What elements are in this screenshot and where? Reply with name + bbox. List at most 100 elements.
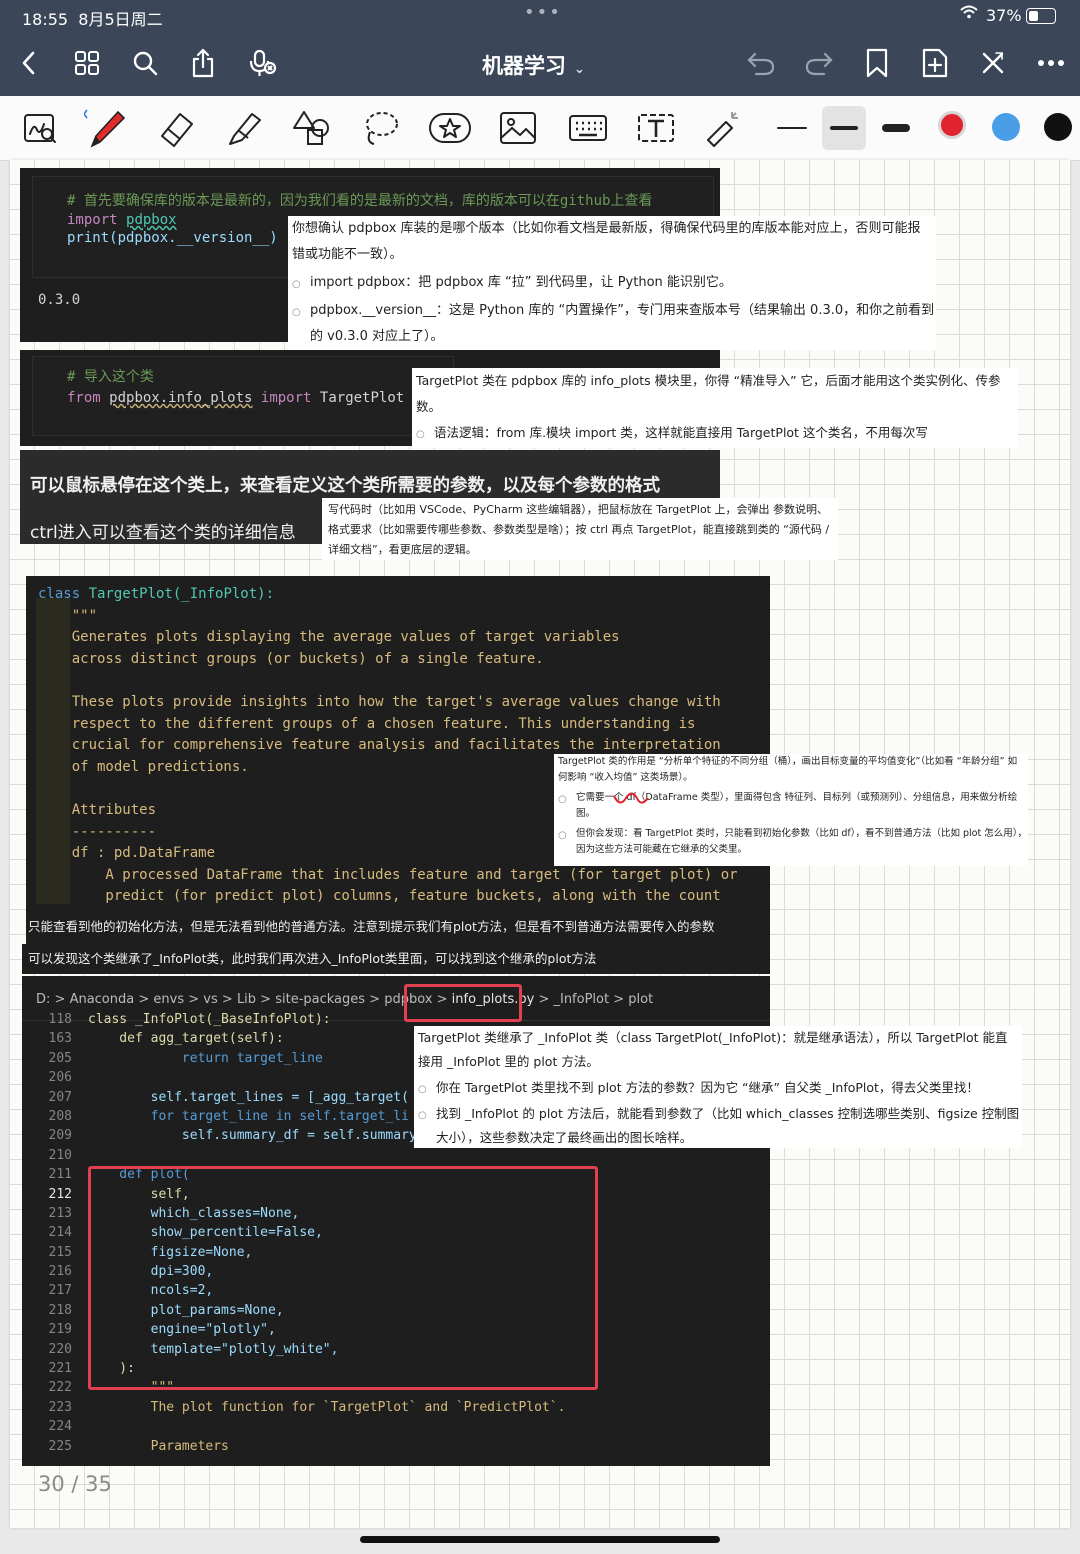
line-number: 217 [48,1283,72,1299]
handwriting-mode-icon[interactable] [18,106,62,150]
close-edit-icon[interactable] [976,46,1010,80]
bookmark-icon[interactable] [860,46,894,80]
laser-pointer-icon[interactable] [700,106,744,150]
status-bar: 18:55 8月5日周二 ••• 37% [0,0,1080,32]
line-number: 220 [48,1341,72,1357]
image-icon[interactable] [496,106,540,150]
breadcrumb-separator: > [365,992,385,1007]
breadcrumb-item[interactable]: D: [36,992,50,1007]
line-number: 224 [48,1419,72,1435]
note-bullet: import pdpbox：把 pdpbox 库 “拉” 到代码里，让 Pyth… [288,270,936,298]
line-number: 118 [48,1012,72,1027]
annotation-inheritance: TargetPlot 类继承了 _InfoPlot 类（class Target… [414,1026,1022,1148]
note-paragraph: 写代码时（比如用 VSCode、PyCharm 这些编辑器），把鼠标放在 Tar… [328,503,830,556]
highlight-box-filename [404,984,522,1022]
code-text: def agg_target(self): [88,1031,284,1047]
grid-view-icon[interactable] [70,46,104,80]
home-indicator[interactable] [360,1536,720,1543]
text-box-icon[interactable] [634,106,678,150]
code-line: respect to the different groups of a cho… [38,715,696,732]
note-paragraph: TargetPlot 类继承了 _InfoPlot 类（class Target… [418,1030,1008,1069]
code-line: """ [38,607,98,624]
line-number: 163 [48,1031,72,1047]
code-line: across distinct groups (or buckets) of a… [38,650,544,667]
line-number: 216 [48,1264,72,1280]
back-icon[interactable] [12,46,46,80]
tip-line: 可以鼠标悬停在这个类上，来查看定义这个类所需要的参数，以及每个参数的格式 [30,476,660,496]
undo-icon[interactable] [744,46,778,80]
annotation-version-explanation: 你想确认 pdpbox 库装的是哪个版本（比如你看文档是最新版，得确保代码里的库… [288,216,936,350]
line-number: 207 [48,1089,72,1105]
code-comment: # 首先要确保库的版本是最新的，因为我们看的是最新的文档，库的版本可以在gith… [67,193,653,209]
breadcrumb-separator: > [184,992,204,1007]
shapes-icon[interactable] [290,106,334,150]
line-number: 211 [48,1167,72,1183]
line-number: 209 [48,1128,72,1144]
line-number: 208 [48,1108,72,1124]
battery-icon [1026,8,1056,24]
note-bullet: pdpbox.__version__：这是 Python 库的 “内置操作”，专… [288,298,936,350]
line-number: 205 [48,1050,72,1066]
sticker-icon[interactable] [428,106,472,150]
code-keyword: import [67,212,118,228]
line-number: 210 [48,1147,72,1163]
code-class: TargetPlot [319,390,405,406]
breadcrumb: D: > Anaconda > envs > vs > Lib > site-p… [36,992,653,1007]
breadcrumb-item[interactable]: envs [153,992,184,1007]
breadcrumb-item[interactable]: vs [203,992,217,1007]
nav-bar: 机器学习 ⌄ [0,32,1080,96]
note-paragraph: TargetPlot 类的作用是 “分析单个特征的不同分组（桶），画出目标变量的… [558,756,1018,783]
stroke-thick-icon[interactable] [874,106,918,150]
breadcrumb-separator: > [256,992,276,1007]
line-number: 218 [48,1302,72,1318]
color-swatch-black[interactable] [1044,113,1072,141]
search-icon[interactable] [128,46,162,80]
code-line: These plots provide insights into how th… [38,693,721,710]
note-paragraph: 你想确认 pdpbox 库装的是哪个版本（比如你看文档是最新版，得确保代码里的库… [292,221,921,262]
code-text: return target_line [88,1050,323,1066]
note-bullet: 找到 _InfoPlot 的 plot 方法后，就能看到参数了（比如 which… [414,1102,1022,1150]
breadcrumb-item[interactable]: Anaconda [70,992,135,1007]
code-text: The plot function for `TargetPlot` and `… [88,1399,566,1415]
note-bullet: 但你会发现：看 TargetPlot 类时，只能看到初始化参数（比如 df），看… [554,826,1028,858]
annotation-import-explanation: TargetPlot 类在 pdpbox 库的 info_plots 模块里，你… [412,368,1018,466]
code-row: 225 Parameters [22,1437,565,1456]
pen-icon[interactable] [84,106,128,150]
redo-icon[interactable] [802,46,836,80]
wifi-icon [960,5,978,23]
lasso-icon[interactable] [358,106,402,150]
battery-percent: 37% [986,6,1022,25]
code-line: predict (for predict plot) columns, feat… [38,888,721,905]
multitask-dots[interactable]: ••• [524,2,562,23]
mic-record-icon[interactable] [246,46,280,80]
breadcrumb-separator: > [217,992,237,1007]
tip-line: ctrl进入可以查看这个类的详细信息 [30,523,296,543]
eraser-icon[interactable] [154,106,198,150]
highlighter-icon[interactable] [222,106,266,150]
notebook-title[interactable]: 机器学习 ⌄ [482,50,585,80]
code-text: for target_line in self.target_li [88,1108,409,1124]
code-row: 224 [22,1417,565,1436]
add-page-icon[interactable] [918,46,952,80]
share-icon[interactable] [186,46,220,80]
breadcrumb-item[interactable]: _InfoPlot [553,992,609,1007]
chevron-down-icon: ⌄ [574,62,585,77]
color-swatch-blue[interactable] [992,113,1020,141]
code-footer-note: 可以发现这个类继承了_InfoPlot类，此时我们再次进入_InfoPlot类里… [22,944,770,974]
breadcrumb-item[interactable]: site-packages [275,992,365,1007]
code-line: Generates plots displaying the average v… [38,629,620,646]
handwritten-squiggle [613,792,649,804]
line-number: 213 [48,1205,72,1221]
more-icon[interactable] [1034,46,1068,80]
keyboard-icon[interactable] [566,106,610,150]
drawing-toolbar [0,96,1080,161]
breadcrumb-item[interactable]: plot [628,992,653,1007]
line-number: 219 [48,1322,72,1338]
breadcrumb-item[interactable]: Lib [237,992,256,1007]
stroke-medium-icon[interactable] [822,106,866,150]
stroke-thin-icon[interactable] [770,106,814,150]
color-swatch-red[interactable] [938,111,966,139]
annotation-hover-explanation: 写代码时（比如用 VSCode、PyCharm 这些编辑器），把鼠标放在 Tar… [322,498,838,560]
code-text: self.target_lines = [_agg_target( [88,1089,409,1105]
note-bullet: 语法逻辑：from 库.模块 import 类，这样就能直接用 TargetPl… [412,420,1018,448]
